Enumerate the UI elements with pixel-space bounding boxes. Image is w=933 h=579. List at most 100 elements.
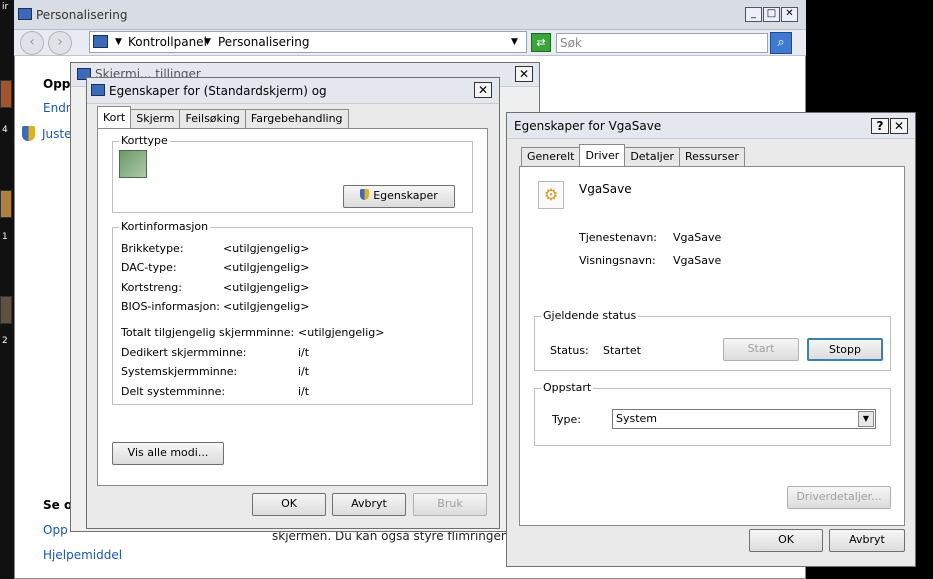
desktop-thumbnail[interactable] xyxy=(0,190,12,218)
dialog-title: Egenskaper for VgaSave xyxy=(514,119,662,133)
memory-label: Dedikert skjermminne: xyxy=(121,346,247,359)
sidebar-link[interactable]: Endr xyxy=(43,101,71,115)
info-value: <utilgjengelig> xyxy=(223,300,310,313)
info-value: <utilgjengelig> xyxy=(223,242,310,255)
info-label: BIOS-informasjon: xyxy=(121,300,221,313)
memory-label: Delt systemminne: xyxy=(121,385,226,398)
service-status-group: Gjeldende status Status: Startet Start S… xyxy=(534,309,891,371)
status-label: Status: xyxy=(550,344,589,357)
info-label: DAC-type: xyxy=(121,261,177,274)
info-value: <utilgjengelig> xyxy=(223,281,310,294)
shield-icon xyxy=(360,189,370,200)
desktop-label: ir xyxy=(2,2,9,12)
ok-button[interactable]: OK xyxy=(749,529,823,552)
properties-button[interactable]: Egenskaper xyxy=(343,185,455,208)
gear-icon: ⚙ xyxy=(538,181,564,209)
chevron-down-icon[interactable]: ▼ xyxy=(204,37,211,47)
tab-adapter[interactable]: Kort xyxy=(97,106,132,129)
desktop-label: 2 xyxy=(2,336,8,346)
close-button[interactable]: ✕ xyxy=(890,118,908,134)
group-label: Kortinformasjon xyxy=(119,220,211,233)
startup-type-value: System xyxy=(616,412,658,425)
vgasave-titlebar[interactable]: Egenskaper for VgaSave xyxy=(507,113,915,139)
adapter-properties-dialog: Egenskaper for (Standardskjerm) og ✕ Kor… xyxy=(86,77,500,529)
adapter-info-group: Kortinformasjon Brikketype: <utilgjengel… xyxy=(112,220,473,405)
driver-details-button[interactable]: Driverdetaljer... xyxy=(787,486,891,509)
dialog-title: Egenskaper for (Standardskjerm) og xyxy=(109,84,327,98)
device-name: VgaSave xyxy=(579,182,632,196)
tab-bar: Generelt Driver Detaljer Ressurser xyxy=(521,144,745,167)
see-also-heading: Se o xyxy=(43,498,73,512)
memory-value: i/t xyxy=(298,346,310,359)
desktop-strip: ir 4 1 2 xyxy=(0,0,14,579)
close-button[interactable]: ✕ xyxy=(515,66,533,82)
vgasave-properties-dialog: Egenskaper for VgaSave ? ✕ Generelt Driv… xyxy=(506,112,916,567)
info-value: <utilgjengelig> xyxy=(223,261,310,274)
control-panel-icon xyxy=(93,35,108,48)
memory-label: Systemskjermminne: xyxy=(121,365,238,378)
search-input[interactable]: Søk xyxy=(556,33,768,53)
minimize-button[interactable]: _ xyxy=(745,7,762,22)
desktop-thumbnail[interactable] xyxy=(0,296,12,324)
tab-resources[interactable]: Ressurser xyxy=(679,147,745,166)
address-bar[interactable]: ▼ Kontrollpanel ▼ Personalisering ▼ xyxy=(89,31,527,53)
cancel-button[interactable]: Avbryt xyxy=(829,529,905,552)
group-label: Korttype xyxy=(119,134,170,147)
personalisation-titlebar[interactable] xyxy=(14,0,806,30)
see-also-link[interactable]: Hjelpemiddel xyxy=(43,548,122,562)
chevron-down-icon[interactable]: ▼ xyxy=(511,37,518,47)
tab-troubleshoot[interactable]: Feilsøking xyxy=(179,109,246,128)
startup-group: Oppstart Type: System ▼ xyxy=(534,381,891,446)
memory-value: i/t xyxy=(298,365,310,378)
desktop-label: 4 xyxy=(2,125,8,135)
sidebar-heading: Opp xyxy=(43,77,71,91)
search-icon[interactable]: ⌕ xyxy=(770,32,792,54)
status-value: Startet xyxy=(603,344,641,357)
display-name-value: VgaSave xyxy=(673,254,722,267)
tab-driver[interactable]: Driver xyxy=(579,144,626,167)
close-button[interactable]: ✕ xyxy=(474,82,492,98)
tab-general[interactable]: Generelt xyxy=(521,147,581,166)
adapter-properties-titlebar[interactable]: Egenskaper for (Standardskjerm) og xyxy=(87,78,499,104)
adapter-tab-panel: Korttype Egenskaper Kortinformasjon Brik… xyxy=(97,128,488,486)
group-label: Oppstart xyxy=(541,381,594,394)
start-button[interactable]: Start xyxy=(723,338,799,361)
sidebar-link[interactable]: Juste xyxy=(42,127,71,141)
back-button[interactable]: ‹ xyxy=(20,31,44,55)
breadcrumb-item[interactable]: Kontrollpanel xyxy=(128,35,207,49)
close-button[interactable]: ✕ xyxy=(781,7,798,22)
service-name-value: VgaSave xyxy=(673,231,722,244)
tab-details[interactable]: Detaljer xyxy=(624,147,681,166)
shield-icon xyxy=(22,126,35,141)
memory-value: i/t xyxy=(298,385,310,398)
memory-label: Totalt tilgjengelig skjermminne: xyxy=(121,326,295,339)
desktop-thumbnail[interactable] xyxy=(0,80,12,108)
window-title: Personalisering xyxy=(36,8,128,22)
desktop-label: 1 xyxy=(2,232,8,242)
tab-bar: Kort Skjerm Feilsøking Fargebehandling xyxy=(97,106,349,129)
maximize-button[interactable]: □ xyxy=(763,7,780,22)
memory-value: <utilgjengelig> xyxy=(298,326,385,339)
adapter-type-group: Korttype Egenskaper xyxy=(112,134,473,213)
refresh-icon[interactable]: ⇄ xyxy=(531,33,551,52)
stop-button[interactable]: Stopp xyxy=(807,338,883,361)
forward-button[interactable]: › xyxy=(48,31,72,55)
see-also-link[interactable]: Opp xyxy=(43,523,68,537)
ok-button[interactable]: OK xyxy=(252,493,326,516)
help-button[interactable]: ? xyxy=(871,118,889,134)
apply-button[interactable]: Bruk xyxy=(413,493,487,516)
startup-type-select[interactable]: System ▼ xyxy=(612,409,876,429)
properties-button-label: Egenskaper xyxy=(373,189,438,202)
breadcrumb-item[interactable]: Personalisering xyxy=(218,35,309,49)
display-adapter-icon xyxy=(119,150,147,178)
cancel-button[interactable]: Avbryt xyxy=(332,493,406,516)
list-all-modes-button[interactable]: Vis alle modi... xyxy=(112,442,224,465)
group-label: Gjeldende status xyxy=(541,309,639,322)
tab-color-management[interactable]: Fargebehandling xyxy=(244,109,349,128)
tab-monitor[interactable]: Skjerm xyxy=(130,109,181,128)
chevron-down-icon[interactable]: ▼ xyxy=(115,37,122,47)
control-panel-icon xyxy=(18,8,32,20)
chevron-down-icon[interactable]: ▼ xyxy=(858,411,874,427)
driver-tab-panel: ⚙ VgaSave Tjenestenavn: VgaSave Visnings… xyxy=(519,166,905,526)
info-label: Kortstreng: xyxy=(121,281,182,294)
